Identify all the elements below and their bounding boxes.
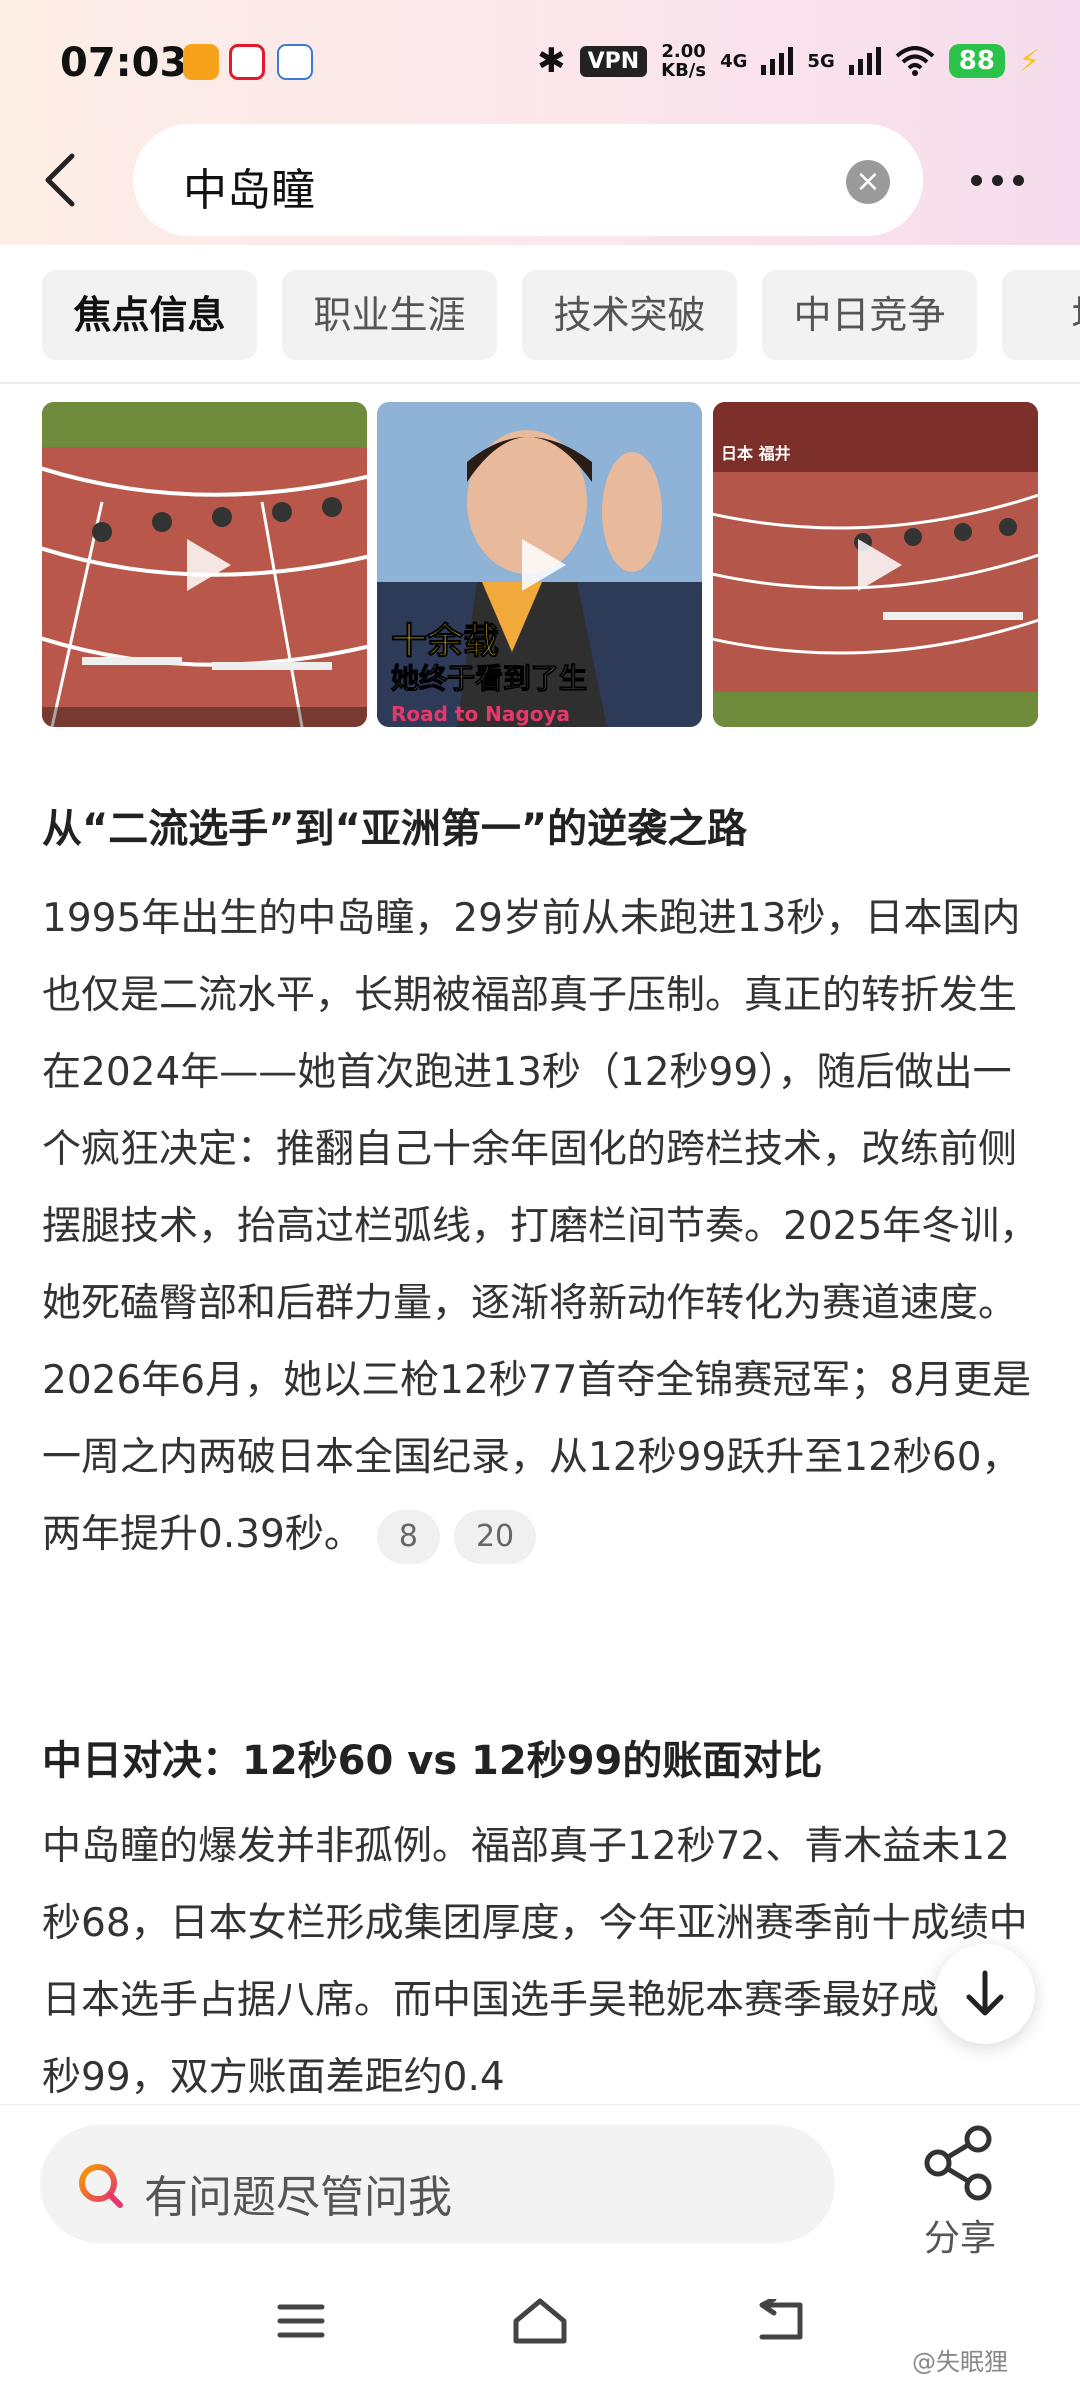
play-icon <box>186 538 231 591</box>
section-body: 1995年出生的中岛瞳，29岁前从未跑进13秒，日本国内也仅是二流水平，长期被福… <box>42 880 1042 1573</box>
more-options-button[interactable] <box>962 165 1032 195</box>
ai-search-icon <box>79 2164 123 2208</box>
tab-tech-breakthrough[interactable]: 技术突破 <box>522 270 737 360</box>
video-thumbnail[interactable]: 十余载 她终于看到了生 Road to Nagoya <box>377 402 702 727</box>
ask-placeholder: 有问题尽管问我 <box>144 2172 452 2223</box>
close-icon: × <box>855 164 881 199</box>
section-body: 中岛瞳的爆发并非孤例。福部真子12秒72、青木益未12秒68，日本女栏形成集团厚… <box>42 1808 1042 2104</box>
header-area: 07:03 ✱ VPN 2.00 KB/s 4G 5G 88 ⚡ 中岛瞳 × <box>0 0 1080 245</box>
tabs-divider <box>0 382 1080 384</box>
section-text: 1995年出生的中岛瞳，29岁前从未跑进13秒，日本国内也仅是二流水平，长期被福… <box>42 896 1039 1557</box>
signal-icon <box>761 47 794 75</box>
video-caption: 日本 福井 <box>721 444 791 463</box>
network-speed: 2.00 KB/s <box>661 41 707 81</box>
home-icon[interactable] <box>510 2295 570 2345</box>
section-title: 从“二流选手”到“亚洲第一”的逆袭之路 <box>42 806 748 852</box>
clear-search-button[interactable]: × <box>846 160 890 204</box>
search-query: 中岛瞳 <box>183 165 315 216</box>
topic-tabs: 焦点信息 职业生涯 技术突破 中日竞争 场外 <box>42 270 1080 362</box>
back-button[interactable] <box>40 145 90 215</box>
play-icon <box>521 538 566 591</box>
network-5g-label: 5G <box>807 50 835 72</box>
arrow-down-icon <box>966 1970 1004 2016</box>
tab-offfield[interactable]: 场外 <box>1002 270 1080 360</box>
signal-icon <box>848 47 881 75</box>
share-icon <box>924 2125 992 2201</box>
more-dot-icon <box>970 174 982 186</box>
play-icon <box>857 538 902 591</box>
vpn-badge: VPN <box>579 45 648 77</box>
video-caption-line2: 她终于看到了生 <box>390 662 588 696</box>
mail-app-icon <box>277 44 313 80</box>
network-4g-label: 4G <box>720 50 748 72</box>
citation-badge[interactable]: 20 <box>453 1509 537 1564</box>
chevron-left-icon <box>45 153 75 207</box>
bluetooth-icon: ✱ <box>537 41 566 81</box>
status-bar: 07:03 ✱ VPN 2.00 KB/s 4G 5G 88 ⚡ <box>0 0 1080 120</box>
video-thumbnail[interactable] <box>42 402 367 727</box>
tab-career[interactable]: 职业生涯 <box>282 270 497 360</box>
video-thumbnail[interactable]: 日本 福井 <box>713 402 1038 727</box>
wifi-icon <box>895 46 935 76</box>
battery-indicator: 88 <box>948 44 1005 78</box>
ask-input[interactable]: 有问题尽管问我 <box>40 2125 835 2243</box>
scroll-down-button[interactable] <box>935 1944 1035 2044</box>
watermark: @失眠狸 <box>912 2348 1008 2376</box>
menu-icon[interactable] <box>276 2301 326 2341</box>
share-label: 分享 <box>923 2218 996 2259</box>
section-title: 中日对决：12秒60 vs 12秒99的账面对比 <box>42 1738 823 1784</box>
charging-icon: ⚡ <box>1018 43 1040 79</box>
back-nav-icon[interactable] <box>756 2299 806 2343</box>
search-input[interactable]: 中岛瞳 × <box>133 124 923 236</box>
status-time: 07:03 <box>60 40 188 86</box>
share-button[interactable]: 分享 <box>900 2125 1020 2259</box>
taobao-app-icon <box>183 44 219 80</box>
status-right: ✱ VPN 2.00 KB/s 4G 5G 88 ⚡ <box>537 36 1040 86</box>
video-caption-line3: Road to Nagoya <box>391 702 571 726</box>
weibo-app-icon <box>229 44 265 80</box>
citation-badge[interactable]: 8 <box>376 1509 440 1564</box>
tab-china-japan[interactable]: 中日竞争 <box>762 270 977 360</box>
section-text: 中岛瞳的爆发并非孤例。福部真子12秒72、青木益未12秒68，日本女栏形成集团厚… <box>42 1824 1028 2100</box>
tab-focus-info[interactable]: 焦点信息 <box>42 270 257 360</box>
